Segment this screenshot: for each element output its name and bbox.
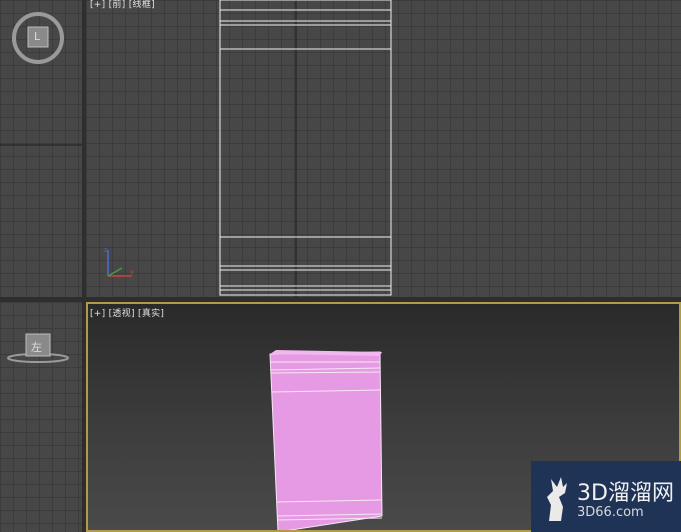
wireframe-model[interactable] (86, 0, 681, 297)
viewcube-top-face-label: L (34, 30, 41, 43)
viewcube-left-face-label: 左 (31, 341, 42, 354)
svg-text:x: x (130, 269, 134, 276)
viewcube-left[interactable] (0, 302, 82, 532)
watermark-main-text: 3D溜溜网 (577, 481, 674, 506)
viewport-left[interactable]: 左 (0, 302, 82, 532)
svg-text:z: z (104, 247, 107, 254)
xyz-axis-icon: z x (104, 247, 134, 277)
viewport-divider-horizontal[interactable] (0, 297, 681, 302)
viewport-top-left[interactable]: L (0, 0, 82, 297)
deer-logo-icon (547, 477, 567, 521)
viewport-front[interactable]: [+] [前] [线框] z x (86, 0, 681, 297)
watermark-logo: 3D溜溜网 3D66.com (531, 461, 681, 532)
viewcube-top[interactable] (0, 0, 82, 297)
watermark-sub-text: 3D66.com (577, 505, 644, 520)
viewport-divider-vertical[interactable] (82, 0, 86, 532)
